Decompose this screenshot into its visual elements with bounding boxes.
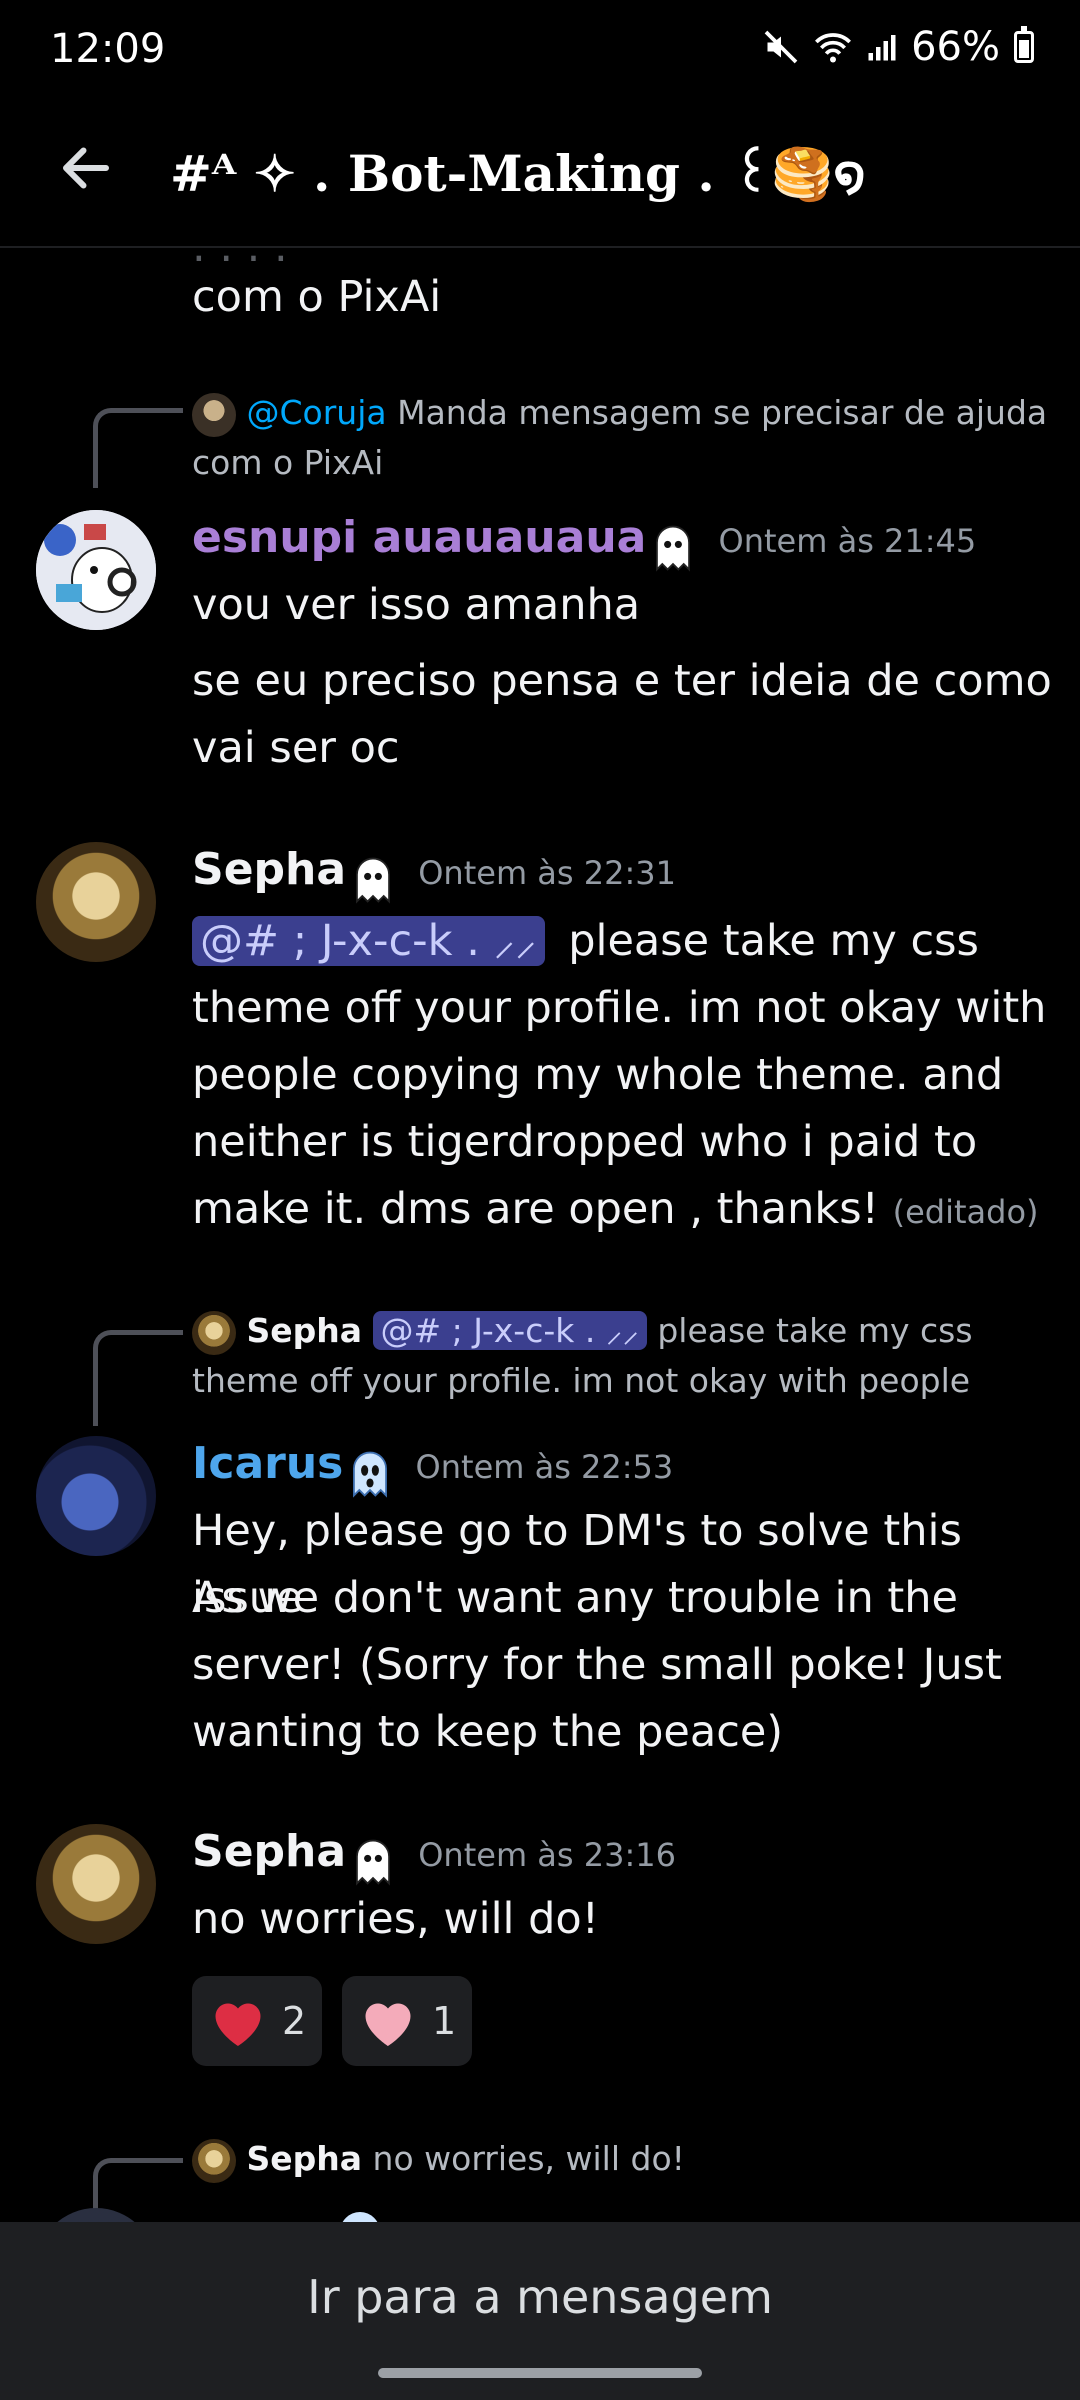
message-text-fragment: please take my css — [568, 916, 979, 966]
home-indicator[interactable] — [378, 2368, 702, 2378]
ghost-badge-icon — [356, 857, 391, 904]
red-heart-icon — [215, 2003, 261, 2046]
message-header: Sepha Ontem às 23:16 — [192, 1826, 676, 1887]
user-mention: @# ; J-x-c-k . ⸝⸝ — [372, 1311, 647, 1350]
reply-preview[interactable]: Sepha @# ; J-x-c-k . ⸝⸝ please take my c… — [192, 1306, 1062, 1406]
reply-author: @Coruja — [246, 393, 387, 432]
edited-label: (editado) — [892, 1193, 1039, 1231]
avatar[interactable] — [36, 842, 156, 962]
reply-text: theme off your profile. im not okay with… — [192, 1361, 971, 1400]
reply-connector — [93, 1330, 183, 1426]
reply-preview[interactable]: Sepha no worries, will do! — [192, 2134, 685, 2184]
back-button[interactable] — [46, 128, 126, 208]
status-bar: 12:09 66% — [0, 0, 1080, 100]
username[interactable]: Sepha — [192, 844, 346, 895]
message-text: vou ver isso amanha — [192, 580, 641, 630]
status-icons: 66% — [763, 24, 1034, 70]
battery-icon — [1014, 26, 1034, 63]
reply-author: Sepha — [246, 2139, 363, 2178]
channel-title[interactable]: #ᴬ ✧ . Bot-Making . ꒰🥞໑ — [170, 138, 866, 204]
ghost-badge-icon — [656, 525, 691, 572]
reply-connector — [93, 408, 183, 488]
avatar[interactable] — [36, 1436, 156, 1556]
user-mention[interactable]: @# ; J-x-c-k . ⸝⸝ — [192, 916, 545, 966]
pink-heart-icon — [365, 2003, 411, 2046]
wifi-icon — [815, 33, 852, 63]
reply-preview[interactable]: @Coruja Manda mensagem se precisar de aj… — [192, 388, 1052, 488]
message-header: Icarus Ontem às 22:53 — [192, 1438, 673, 1499]
message-text: wanting to keep the peace) — [192, 1707, 784, 1757]
reply-avatar — [192, 392, 236, 437]
reaction-red-heart[interactable]: 2 — [192, 1976, 323, 2066]
message-text: As we don't want any trouble in the — [192, 1573, 958, 1623]
reaction-count: 2 — [282, 1999, 307, 2043]
timestamp: Ontem às 21:45 — [718, 522, 977, 560]
message-header: esnupi auauauaua Ontem às 21:45 — [192, 512, 976, 573]
message-text: no worries, will do! — [192, 1894, 599, 1944]
avatar[interactable] — [36, 510, 156, 630]
reaction-count: 1 — [432, 1999, 457, 2043]
ghost-badge-icon — [356, 1839, 391, 1886]
message-list[interactable]: · · · · com o PixAi @Coruja Manda mensag… — [0, 250, 1080, 2222]
reply-text: no worries, will do! — [372, 2139, 685, 2178]
timestamp: Ontem às 22:53 — [415, 1448, 674, 1486]
mute-icon — [764, 30, 798, 64]
reply-avatar — [192, 1310, 236, 1355]
reply-text: please take my css — [657, 1311, 973, 1350]
jump-to-message-button[interactable]: Ir para a mensagem — [0, 2270, 1080, 2324]
avatar[interactable] — [36, 1824, 156, 1944]
arrow-left-icon — [63, 147, 109, 189]
avatar-image — [36, 510, 156, 630]
message-text: @# ; J-x-c-k . ⸝⸝ please take my css — [192, 908, 979, 975]
reply-text: Manda mensagem se precisar de ajuda — [397, 393, 1048, 432]
message-text: server! (Sorry for the small poke! Just — [192, 1640, 1002, 1690]
timestamp: Ontem às 23:16 — [418, 1836, 676, 1874]
battery-percent: 66% — [911, 24, 1000, 70]
timestamp: Ontem às 22:31 — [418, 854, 676, 892]
message-text: theme off your profile. im not okay with — [192, 983, 1047, 1033]
username[interactable]: Icarus — [192, 1438, 343, 1489]
message-text: vai ser oc — [192, 723, 400, 773]
message-text: neither is tigerdropped who i paid to — [192, 1117, 978, 1167]
message-text: com o PixAi — [192, 272, 442, 322]
message-text: people copying my whole theme. and — [192, 1050, 1004, 1100]
status-time: 12:09 — [50, 26, 166, 72]
reply-avatar — [192, 2138, 236, 2183]
username[interactable]: esnupi auauauaua — [192, 512, 646, 563]
message-text: make it. dms are open , thanks! (editado… — [192, 1176, 1039, 1246]
channel-header: #ᴬ ✧ . Bot-Making . ꒰🥞໑ — [0, 100, 1080, 248]
username[interactable]: Sepha — [192, 1826, 346, 1877]
signal-icon — [868, 35, 896, 61]
reply-author: Sepha — [246, 1311, 363, 1350]
message-text-fragment: make it. dms are open , thanks! — [192, 1184, 879, 1234]
message-text: se eu preciso pensa e ter ideia de como — [192, 656, 1052, 706]
message-header: Sepha Ontem às 22:31 — [192, 844, 676, 905]
ghost-badge-icon — [340, 2212, 380, 2222]
reply-text: com o PixAi — [192, 443, 384, 482]
reaction-pink-heart[interactable]: 1 — [342, 1976, 473, 2066]
ghost-badge-icon — [353, 1451, 388, 1498]
